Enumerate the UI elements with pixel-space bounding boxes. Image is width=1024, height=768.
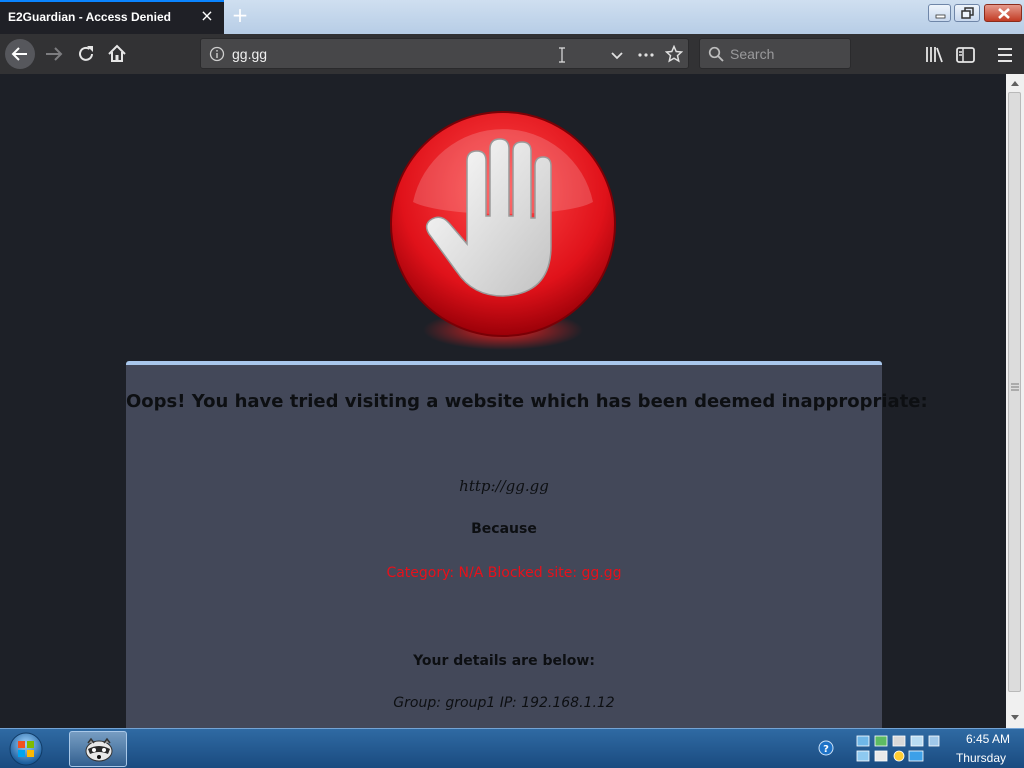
tray-check-icon [874, 735, 888, 747]
access-denied-panel: Oops! You have tried visiting a website … [126, 361, 928, 728]
search-input[interactable] [730, 45, 840, 63]
block-reason: Category: N/A Blocked site: gg.gg [386, 565, 622, 581]
search-box[interactable] [699, 38, 851, 69]
because-label: Because [471, 521, 537, 537]
tray-chart-icon [874, 750, 888, 762]
scroll-up-arrow-icon[interactable] [1010, 79, 1020, 87]
tray-volume-icon [910, 735, 924, 747]
tray-monitor-icon [908, 750, 924, 762]
windows-start-icon[interactable] [4, 731, 48, 767]
user-details: Group: group1 IP: 192.168.1.12 [393, 695, 615, 711]
dropdown-chevron-icon[interactable] [609, 47, 625, 63]
vertical-scrollbar[interactable] [1006, 74, 1024, 728]
window-close-button[interactable] [984, 4, 1022, 22]
page-content: Oops! You have tried visiting a website … [0, 74, 1006, 728]
menu-icon[interactable] [993, 43, 1017, 67]
back-arrow-icon [11, 47, 27, 61]
raccoon-app-icon [85, 737, 113, 762]
stop-hand-icon [390, 111, 616, 350]
clock-time[interactable]: 6:45 AM [950, 732, 1010, 746]
tab-title: E2Guardian - Access Denied [8, 10, 171, 24]
url-text[interactable]: gg.gg [232, 46, 267, 62]
text-cursor-icon [559, 47, 565, 63]
forward-arrow-icon[interactable] [42, 42, 66, 66]
reload-icon[interactable] [74, 42, 98, 66]
home-icon[interactable] [105, 42, 129, 66]
title-bar: E2Guardian - Access Denied × + [0, 0, 1024, 34]
grip-icon [1011, 383, 1019, 391]
search-icon [708, 46, 724, 62]
back-button[interactable] [5, 39, 35, 69]
system-tray[interactable] [855, 732, 941, 764]
page-actions-icon[interactable] [637, 47, 655, 63]
help-icon[interactable]: ? [818, 740, 834, 756]
tab-active[interactable]: E2Guardian - Access Denied × [0, 0, 224, 34]
details-heading: Your details are below: [413, 653, 595, 669]
tab-close-button[interactable]: × [198, 6, 216, 26]
taskbar: ? 6:45 AM Thursday [0, 728, 1024, 768]
taskbar-app-button[interactable] [69, 731, 127, 767]
new-tab-button[interactable]: + [230, 4, 250, 26]
sidebar-icon[interactable] [954, 43, 978, 67]
tray-app-icon [928, 735, 940, 747]
scroll-down-arrow-icon[interactable] [1010, 714, 1020, 722]
blocked-url: http://gg.gg [459, 477, 549, 495]
nav-toolbar: gg.gg [0, 34, 1024, 74]
window-restore-button[interactable] [954, 4, 980, 22]
tray-display-icon [892, 735, 906, 747]
tray-keyboard-icon [856, 750, 870, 762]
svg-text:?: ? [823, 744, 829, 755]
clock-day[interactable]: Thursday [950, 751, 1006, 765]
library-icon[interactable] [922, 43, 946, 67]
info-icon[interactable] [209, 46, 225, 62]
denied-headline: Oops! You have tried visiting a website … [126, 391, 928, 412]
tray-search-icon [893, 750, 905, 762]
tray-network-icon [856, 735, 870, 747]
window-minimize-button[interactable] [928, 4, 951, 22]
scroll-thumb[interactable] [1008, 92, 1021, 692]
bookmark-star-icon[interactable] [665, 45, 683, 63]
address-bar[interactable]: gg.gg [200, 38, 689, 69]
